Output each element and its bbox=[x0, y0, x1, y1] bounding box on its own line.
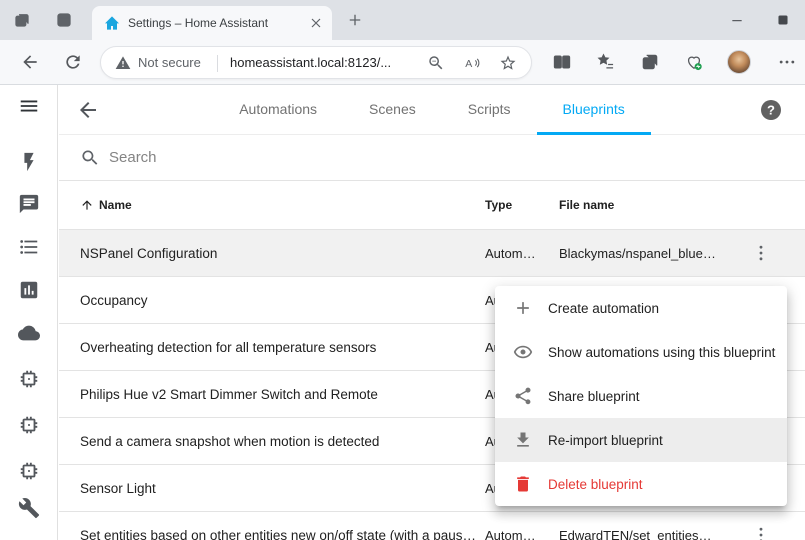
dots-vertical-icon bbox=[751, 525, 771, 540]
refresh-icon[interactable] bbox=[63, 52, 83, 72]
maximize-window-icon[interactable] bbox=[775, 12, 791, 28]
tab-actions-icon[interactable] bbox=[55, 11, 73, 29]
not-secure-warning-icon bbox=[115, 55, 131, 71]
address-bar[interactable]: Not secure homeassistant.local:8123/... … bbox=[100, 46, 532, 79]
device-chip-icon[interactable] bbox=[18, 414, 40, 436]
dots-vertical-icon bbox=[751, 243, 771, 263]
menu-item-label: Create automation bbox=[548, 301, 659, 316]
menu-icon[interactable] bbox=[18, 95, 40, 117]
table-row[interactable]: Set entities based on other entities new… bbox=[59, 512, 805, 540]
search-row bbox=[59, 135, 805, 181]
row-overflow-button[interactable] bbox=[725, 243, 805, 263]
home-assistant-favicon bbox=[104, 15, 120, 31]
ha-back-icon[interactable] bbox=[76, 98, 100, 122]
profile-avatar[interactable] bbox=[727, 50, 751, 74]
cloud-icon[interactable] bbox=[18, 322, 40, 344]
back-icon[interactable] bbox=[20, 52, 40, 72]
row-file: Blackymas/nspanel_blueprin… bbox=[559, 246, 725, 261]
column-header-name[interactable]: Name bbox=[99, 198, 132, 212]
tab-title: Settings – Home Assistant bbox=[128, 16, 308, 30]
blueprint-context-menu: Create automation Show automations using… bbox=[495, 286, 787, 506]
sort-arrow-up-icon[interactable] bbox=[80, 198, 94, 212]
download-icon bbox=[513, 430, 533, 450]
read-aloud-icon[interactable]: A bbox=[463, 54, 481, 72]
browser-tab-strip: Settings – Home Assistant bbox=[0, 0, 805, 40]
url-text[interactable]: homeassistant.local:8123/... bbox=[230, 47, 391, 78]
menu-item-label: Delete blueprint bbox=[548, 477, 643, 492]
collections-icon[interactable] bbox=[640, 52, 660, 72]
device-chip-icon[interactable] bbox=[18, 368, 40, 390]
favorites-hub-icon[interactable] bbox=[596, 52, 616, 72]
favorite-star-icon[interactable] bbox=[499, 54, 517, 72]
history-icon[interactable] bbox=[18, 279, 40, 301]
row-overflow-button[interactable] bbox=[725, 525, 805, 540]
share-icon bbox=[513, 386, 533, 406]
split-screen-icon[interactable] bbox=[552, 52, 572, 72]
column-header-file[interactable]: File name bbox=[559, 198, 725, 212]
menu-item-share-blueprint[interactable]: Share blueprint bbox=[495, 374, 787, 418]
menu-item-reimport-blueprint[interactable]: Re-import blueprint bbox=[495, 418, 787, 462]
row-name: Send a camera snapshot when motion is de… bbox=[80, 434, 485, 449]
plus-icon bbox=[513, 298, 533, 318]
new-tab-icon[interactable] bbox=[346, 11, 364, 29]
workspaces-icon[interactable] bbox=[13, 11, 31, 29]
search-icon bbox=[80, 148, 100, 168]
row-name: NSPanel Configuration bbox=[80, 246, 485, 261]
more-menu-icon[interactable] bbox=[777, 52, 797, 72]
browser-essentials-icon[interactable] bbox=[684, 52, 704, 72]
browser-window: Settings – Home Assistant Not secure bbox=[0, 0, 805, 540]
svg-text:A: A bbox=[465, 58, 472, 70]
column-header-type[interactable]: Type bbox=[485, 198, 559, 212]
menu-item-show-automations[interactable]: Show automations using this blueprint bbox=[495, 330, 787, 374]
table-header: Name Type File name bbox=[59, 181, 805, 230]
row-name: Sensor Light bbox=[80, 481, 485, 496]
svg-text:?: ? bbox=[767, 103, 775, 118]
zoom-out-icon[interactable] bbox=[427, 54, 445, 72]
row-name: Set entities based on other entities new… bbox=[80, 528, 485, 540]
menu-item-delete-blueprint[interactable]: Delete blueprint bbox=[495, 462, 787, 506]
search-input[interactable] bbox=[109, 135, 529, 179]
close-tab-icon[interactable] bbox=[308, 15, 324, 31]
device-chip-icon[interactable] bbox=[18, 460, 40, 482]
eye-icon bbox=[513, 342, 533, 362]
menu-item-label: Re-import blueprint bbox=[548, 433, 663, 448]
tab-scenes[interactable]: Scenes bbox=[343, 85, 442, 135]
logbook-icon[interactable] bbox=[18, 236, 40, 258]
delete-icon bbox=[513, 474, 533, 494]
address-divider bbox=[217, 55, 218, 72]
tab-blueprints[interactable]: Blueprints bbox=[537, 85, 651, 135]
menu-item-label: Show automations using this blueprint bbox=[548, 345, 775, 360]
ha-header: Automations Scenes Scripts Blueprints ? bbox=[59, 85, 805, 135]
browser-tab[interactable]: Settings – Home Assistant bbox=[92, 6, 332, 40]
menu-item-label: Share blueprint bbox=[548, 389, 640, 404]
security-label[interactable]: Not secure bbox=[138, 47, 201, 78]
ha-sidebar bbox=[0, 85, 58, 540]
row-name: Overheating detection for all temperatur… bbox=[80, 340, 485, 355]
menu-item-create-automation[interactable]: Create automation bbox=[495, 286, 787, 330]
tab-scripts[interactable]: Scripts bbox=[442, 85, 537, 135]
row-type: Autom… bbox=[485, 246, 559, 261]
row-type: Autom… bbox=[485, 528, 559, 540]
row-name: Philips Hue v2 Smart Dimmer Switch and R… bbox=[80, 387, 485, 402]
assist-icon[interactable] bbox=[18, 193, 40, 215]
energy-icon[interactable] bbox=[18, 151, 40, 173]
browser-toolbar: Not secure homeassistant.local:8123/... … bbox=[0, 40, 805, 85]
table-row[interactable]: NSPanel Configuration Autom… Blackymas/n… bbox=[59, 230, 805, 277]
help-icon[interactable]: ? bbox=[759, 98, 783, 122]
minimize-window-icon[interactable] bbox=[729, 12, 745, 28]
row-name: Occupancy bbox=[80, 293, 485, 308]
row-file: EdwardTEN/set_entities_bas… bbox=[559, 528, 725, 540]
developer-tools-icon[interactable] bbox=[18, 497, 40, 519]
tab-automations[interactable]: Automations bbox=[213, 85, 343, 135]
